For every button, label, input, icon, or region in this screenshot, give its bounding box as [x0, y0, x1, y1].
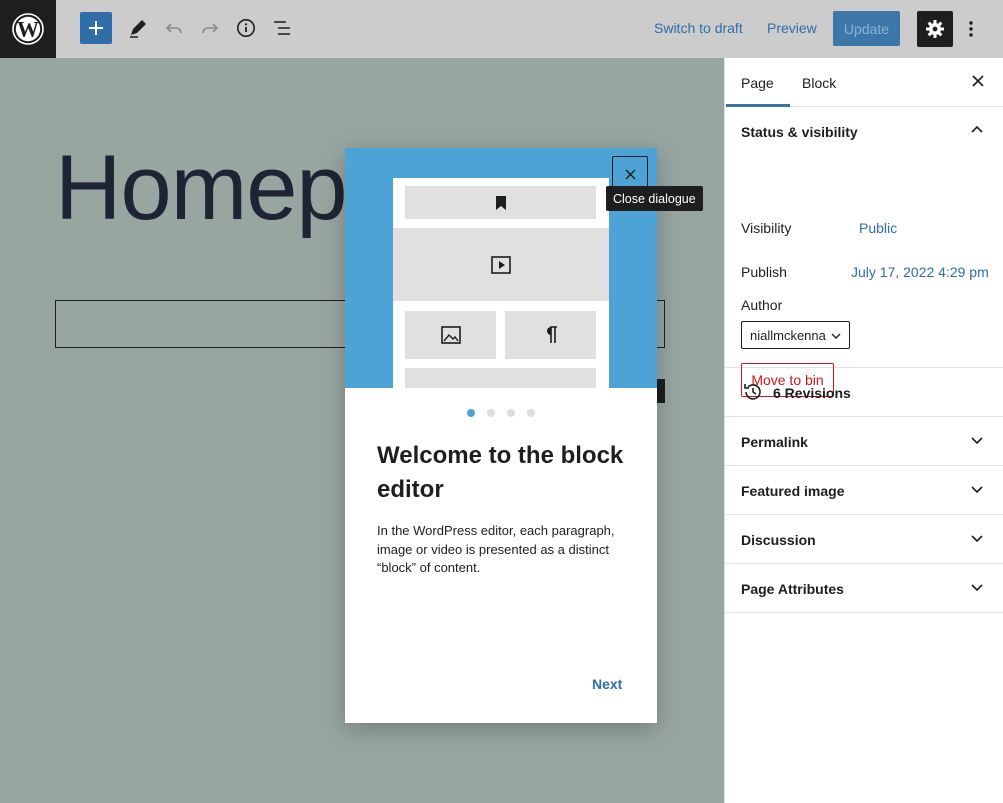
page-dot[interactable] — [527, 409, 535, 417]
illustration-frame — [393, 178, 609, 388]
plus-icon — [89, 21, 103, 35]
redo-button[interactable] — [194, 12, 226, 44]
tab-block[interactable]: Block — [802, 75, 836, 91]
update-button[interactable]: Update — [833, 11, 900, 46]
wordpress-logo-icon: W — [12, 13, 44, 45]
illustration-paragraph-block — [505, 311, 596, 359]
visibility-label: Visibility — [741, 220, 792, 236]
welcome-guide-modal: Welcome to the block editor In the WordP… — [345, 148, 657, 723]
wordpress-logo-button[interactable]: W — [0, 0, 56, 58]
list-view-icon — [274, 21, 290, 35]
list-view-button[interactable] — [266, 12, 298, 44]
tools-button[interactable] — [122, 12, 154, 44]
chevron-up-icon — [971, 125, 983, 133]
details-button[interactable] — [230, 12, 262, 44]
illustration-block-partial — [405, 368, 596, 388]
gear-icon — [926, 20, 944, 38]
close-icon — [972, 75, 984, 87]
chevron-down-icon — [971, 437, 983, 445]
pencil-icon — [130, 20, 146, 38]
svg-text:W: W — [17, 17, 39, 42]
page-attributes-label: Page Attributes — [741, 581, 844, 597]
page-dot[interactable] — [487, 409, 495, 417]
paragraph-icon — [546, 326, 557, 343]
settings-button[interactable] — [917, 11, 953, 47]
illustration-bookmark-block — [405, 186, 596, 219]
close-icon — [624, 168, 636, 180]
bookmark-icon — [495, 195, 506, 210]
chevron-down-icon — [831, 333, 841, 339]
page-title[interactable]: Homep — [55, 136, 348, 241]
revisions-label: 6 Revisions — [773, 385, 851, 401]
add-block-button[interactable] — [80, 12, 112, 44]
publish-label: Publish — [741, 264, 787, 280]
page-dot[interactable] — [507, 409, 515, 417]
author-select[interactable]: niallmckenna — [741, 321, 850, 349]
author-label: Author — [741, 297, 783, 313]
permalink-panel[interactable]: Permalink — [725, 417, 1003, 466]
welcome-illustration — [345, 148, 657, 388]
undo-button[interactable] — [158, 12, 190, 44]
modal-body-text: In the WordPress editor, each paragraph,… — [377, 523, 615, 575]
status-visibility-header[interactable]: Status & visibility — [725, 107, 1003, 155]
info-icon — [237, 19, 255, 37]
redo-icon — [202, 23, 219, 34]
close-tooltip: Close dialogue — [606, 186, 703, 211]
revisions-panel[interactable]: 6 Revisions — [725, 368, 1003, 417]
publish-date-value[interactable]: July 17, 2022 4:29 pm — [851, 264, 989, 280]
status-visibility-title: Status & visibility — [741, 124, 858, 140]
permalink-label: Permalink — [741, 434, 808, 450]
discussion-label: Discussion — [741, 532, 816, 548]
editor-toolbar: W Switch to draft Preview Update — [0, 0, 1003, 58]
modal-title: Welcome to the block editor — [377, 442, 624, 503]
page-attributes-panel[interactable]: Page Attributes — [725, 564, 1003, 613]
tab-page[interactable]: Page — [726, 75, 790, 107]
preview-button[interactable]: Preview — [767, 20, 817, 36]
visibility-value[interactable]: Public — [859, 220, 897, 236]
status-visibility-panel: Status & visibility Visibility Public Pu… — [725, 107, 1003, 397]
illustration-video-block — [393, 228, 609, 301]
illustration-image-block — [405, 311, 496, 359]
sidebar-tabs: Page Block — [725, 58, 1003, 107]
featured-image-label: Featured image — [741, 483, 845, 499]
undo-icon — [165, 23, 182, 34]
discussion-panel[interactable]: Discussion — [725, 515, 1003, 564]
featured-image-panel[interactable]: Featured image — [725, 466, 1003, 515]
close-sidebar-button[interactable] — [969, 72, 987, 90]
page-dot[interactable] — [467, 409, 475, 417]
chevron-down-icon — [971, 535, 983, 543]
history-icon — [744, 384, 761, 400]
switch-to-draft-button[interactable]: Switch to draft — [654, 20, 743, 36]
author-select-value: niallmckenna — [750, 328, 826, 343]
more-vertical-icon — [969, 21, 973, 37]
chevron-down-icon — [971, 584, 983, 592]
more-options-button[interactable] — [961, 11, 981, 47]
page-indicator — [345, 409, 657, 419]
video-icon — [491, 255, 511, 274]
settings-sidebar: Page Block Status & visibility Visibilit… — [724, 58, 1003, 803]
chevron-down-icon — [971, 486, 983, 494]
image-icon — [440, 326, 461, 344]
next-button[interactable]: Next — [592, 676, 622, 692]
